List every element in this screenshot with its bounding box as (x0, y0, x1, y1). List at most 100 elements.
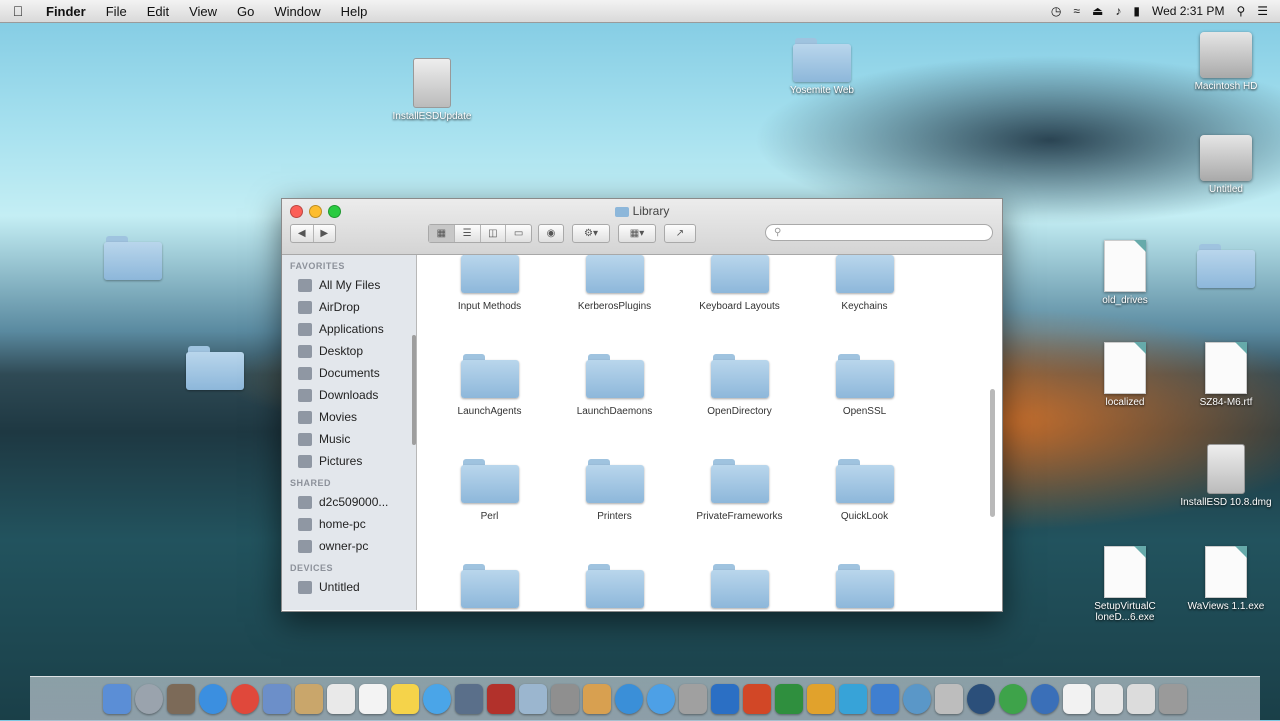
stickies-icon[interactable] (391, 684, 419, 714)
desktop-icon-installer[interactable]: InstallESDUpdate (377, 58, 487, 122)
calendar-icon[interactable] (327, 684, 355, 714)
folder-item[interactable]: QuickLook (802, 453, 927, 531)
sidebar-item-device-untitled[interactable]: Untitled (282, 576, 416, 598)
desktop-icon-doc[interactable]: SetupVirtualC loneD...6.exe (1070, 546, 1180, 623)
outlook-icon[interactable] (807, 684, 835, 714)
sidebar-scrollbar[interactable] (412, 335, 416, 445)
sidebar-item-pictures[interactable]: Pictures (282, 450, 416, 472)
menu-finder[interactable]: Finder (36, 4, 96, 19)
cover-flow-button[interactable]: ▭ (506, 225, 531, 242)
folder-item[interactable]: OpenDirectory (677, 348, 802, 426)
mail-icon[interactable] (263, 684, 291, 714)
chrome-icon[interactable] (231, 684, 259, 714)
menu-window[interactable]: Window (264, 4, 330, 19)
list-view-button[interactable]: ☰ (455, 225, 481, 242)
action-menu-button[interactable]: ⚙▾ (572, 224, 610, 243)
notification-center-icon[interactable]: ☰ (1257, 4, 1268, 18)
folder-item[interactable]: LaunchDaemons (552, 348, 677, 426)
downloads-stack-icon[interactable] (1095, 684, 1123, 714)
system-preferences-icon[interactable] (679, 684, 707, 714)
finder-icon[interactable] (103, 684, 131, 714)
search-field[interactable]: ⚲ (765, 224, 993, 241)
app-store-icon[interactable] (647, 684, 675, 714)
time-machine-icon[interactable]: ◷ (1051, 4, 1061, 18)
menu-help[interactable]: Help (331, 4, 378, 19)
contacts-icon[interactable] (295, 684, 323, 714)
menu-edit[interactable]: Edit (137, 4, 179, 19)
share-button[interactable]: ↗ (664, 224, 696, 243)
icon-view-button[interactable]: ▦ (429, 225, 455, 242)
apple-menu-icon[interactable]:  (0, 3, 36, 19)
sidebar-item-downloads[interactable]: Downloads (282, 384, 416, 406)
browser-icon[interactable] (1031, 684, 1059, 714)
spotlight-icon[interactable]: ⚲ (1236, 4, 1245, 18)
sidebar-item-all-my-files[interactable]: All My Files (282, 274, 416, 296)
desktop-icon-untitled[interactable]: Untitled (1171, 135, 1280, 195)
folder-item[interactable] (677, 558, 802, 610)
word-icon[interactable] (711, 684, 739, 714)
sidebar-item-airdrop[interactable]: AirDrop (282, 296, 416, 318)
column-view-button[interactable]: ◫ (481, 225, 507, 242)
folder-item[interactable] (802, 558, 927, 610)
launchpad-icon[interactable] (135, 684, 163, 714)
sidebar-item-applications[interactable]: Applications (282, 318, 416, 340)
folder-item[interactable]: OpenSSL (802, 348, 927, 426)
menu-file[interactable]: File (96, 4, 137, 19)
folder-item[interactable]: Printers (552, 453, 677, 531)
folder-item[interactable]: Keyboard Layouts (677, 255, 802, 321)
utilities-icon[interactable] (935, 684, 963, 714)
desktop-icon-dmg[interactable]: InstallESD 10.8.dmg (1171, 444, 1280, 508)
folder-item[interactable]: PrivateFrameworks (677, 453, 802, 531)
desktop-icon-folder[interactable] (1171, 244, 1280, 291)
clock[interactable]: Wed 2:31 PM (1152, 4, 1224, 18)
document-icon[interactable] (1063, 684, 1091, 714)
imovie-icon[interactable] (551, 684, 579, 714)
arrange-menu-button[interactable]: ▦▾ (618, 224, 656, 243)
eject-icon[interactable]: ⏏ (1092, 4, 1103, 18)
excel-icon[interactable] (775, 684, 803, 714)
folder-item[interactable] (552, 558, 677, 610)
menu-view[interactable]: View (179, 4, 227, 19)
safari-icon[interactable] (199, 684, 227, 714)
desktop-icon-doc[interactable]: WaViews 1.1.exe (1171, 546, 1280, 612)
network-utility-icon[interactable] (903, 684, 931, 714)
desktop-icon-folder[interactable] (160, 346, 270, 393)
sidebar-item-documents[interactable]: Documents (282, 362, 416, 384)
desktop-icon-macintosh-hd[interactable]: Macintosh HD (1171, 32, 1280, 92)
folder-item[interactable]: Input Methods (427, 255, 552, 321)
content-scrollbar[interactable] (990, 389, 995, 517)
facetime-icon[interactable] (455, 684, 483, 714)
powerpoint-icon[interactable] (743, 684, 771, 714)
desktop-icon-doc[interactable]: SZ84-M6.rtf (1171, 342, 1280, 408)
sidebar-item-shared-0[interactable]: d2c509000... (282, 491, 416, 513)
folder-item[interactable]: LaunchAgents (427, 348, 552, 426)
iphoto-icon[interactable] (519, 684, 547, 714)
desktop-icon-doc[interactable]: localized (1070, 342, 1180, 408)
sidebar-item-music[interactable]: Music (282, 428, 416, 450)
folder-item[interactable] (427, 558, 552, 610)
desktop-icon-doc[interactable]: old_drives (1070, 240, 1180, 306)
window-titlebar[interactable]: Library ◀ ▶ ▦ ☰ ◫ ▭ ◉ ⚙▾ ▦▾ ↗ ⚲ (282, 199, 1002, 255)
sidebar-item-movies[interactable]: Movies (282, 406, 416, 428)
communicator-icon[interactable] (839, 684, 867, 714)
menu-go[interactable]: Go (227, 4, 264, 19)
forward-button[interactable]: ▶ (314, 225, 336, 242)
sidebar-item-desktop[interactable]: Desktop (282, 340, 416, 362)
messages-icon[interactable] (423, 684, 451, 714)
mission-control-icon[interactable] (167, 684, 195, 714)
folder-item[interactable]: Perl (427, 453, 552, 531)
utorrent-icon[interactable] (999, 684, 1027, 714)
quick-look-button[interactable]: ◉ (538, 224, 564, 243)
trash-icon[interactable] (1159, 684, 1187, 714)
garageband-icon[interactable] (583, 684, 611, 714)
unknown-app-icon[interactable] (967, 684, 995, 714)
desktop-icon-folder[interactable] (78, 236, 188, 283)
battery-icon[interactable]: ▮ (1133, 4, 1140, 18)
photo-booth-icon[interactable] (487, 684, 515, 714)
desktop-icon-folder[interactable]: Yosemite Web (767, 38, 877, 96)
virtualbox-icon[interactable] (871, 684, 899, 714)
documents-stack-icon[interactable] (1127, 684, 1155, 714)
itunes-icon[interactable] (615, 684, 643, 714)
volume-icon[interactable]: ♪ (1115, 4, 1121, 18)
sidebar-item-shared-1[interactable]: home-pc (282, 513, 416, 535)
